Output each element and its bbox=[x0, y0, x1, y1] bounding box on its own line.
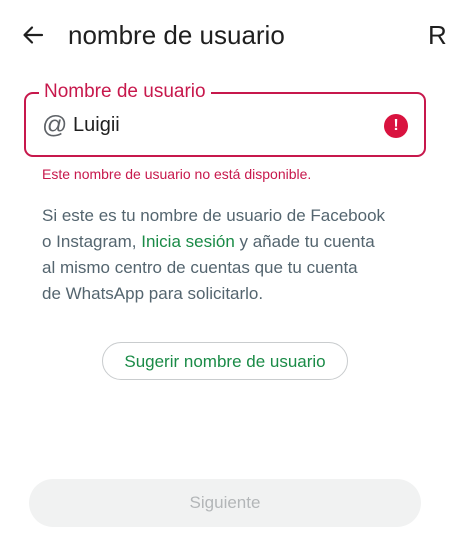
username-screen: nombre de usuario R Nombre de usuario @ … bbox=[0, 0, 450, 541]
info-line-4: de WhatsApp para solicitarlo. bbox=[42, 284, 264, 303]
info-line-1: Si este es tu nombre de usuario de Faceb… bbox=[42, 206, 386, 225]
next-button[interactable]: Siguiente bbox=[29, 479, 421, 527]
info-line-2: o Instagram, Inicia sesión y añade tu cu… bbox=[42, 229, 422, 255]
at-icon: @ bbox=[42, 111, 68, 139]
exclamation-circle-icon: ! bbox=[384, 114, 408, 138]
back-button[interactable] bbox=[16, 18, 50, 52]
username-field[interactable]: Nombre de usuario @ ! bbox=[24, 80, 426, 157]
info-line-2-start: o Instagram, bbox=[42, 232, 142, 251]
suggest-username-button[interactable]: Sugerir nombre de usuario bbox=[102, 342, 348, 380]
login-link[interactable]: Inicia sesión bbox=[141, 232, 235, 251]
info-line-3: al mismo centro de cuentas que tu cuenta bbox=[42, 258, 358, 277]
username-field-label: Nombre de usuario bbox=[39, 80, 211, 104]
info-paragraph: Si este es tu nombre de usuario de Faceb… bbox=[42, 203, 422, 307]
top-app-bar: nombre de usuario R bbox=[0, 0, 450, 68]
page-title: nombre de usuario bbox=[68, 20, 285, 50]
arrow-left-icon bbox=[23, 26, 44, 44]
header-right-partial-text: R bbox=[428, 20, 447, 50]
username-error-message: Este nombre de usuario no está disponibl… bbox=[42, 166, 312, 182]
username-input[interactable] bbox=[73, 111, 373, 139]
info-line-2-end: y añade tu cuenta bbox=[234, 232, 375, 251]
